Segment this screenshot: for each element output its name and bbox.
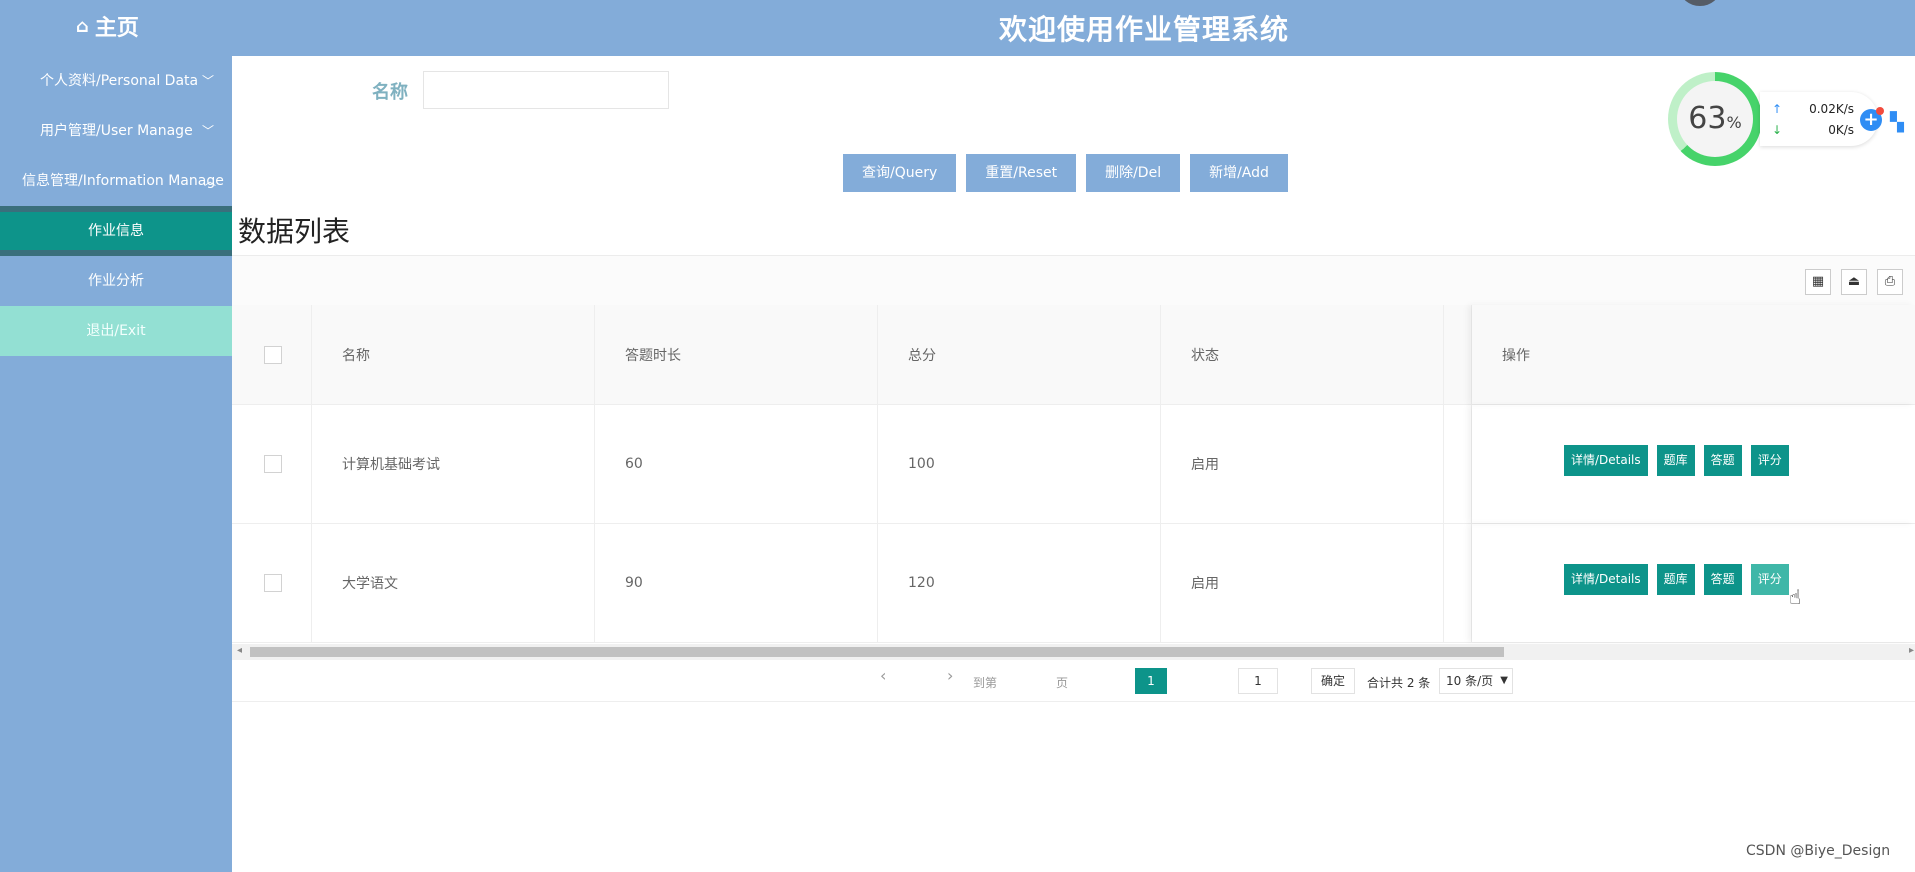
sidebar-subitem-homework-analysis[interactable]: 作业分析 <box>0 256 232 306</box>
cell-actions: 详情/Details 题库 答题 评分 <box>1472 524 1915 642</box>
cell-spacer <box>1444 524 1472 642</box>
row-checkbox-cell <box>232 405 312 523</box>
cell-score: 120 <box>878 524 1161 642</box>
answer-button[interactable]: 答题 <box>1703 563 1742 595</box>
column-header: 答题时长 <box>595 305 878 404</box>
search-input[interactable] <box>423 71 669 109</box>
sidebar-item-personal-data[interactable]: 个人资料/Personal Data ﹀ <box>0 56 232 106</box>
goto-label: 到第 <box>973 676 998 690</box>
scroll-left-icon[interactable]: ◂ <box>237 645 242 656</box>
prev-page-icon[interactable]: ‹ <box>880 666 886 685</box>
scrollbar-thumb[interactable] <box>250 647 1504 657</box>
table-row: 计算机基础考试 60 100 启用 详情/Details 题库 答题 评分 <box>232 405 1915 524</box>
action-buttons: 查询/Query 重置/Reset 删除/Del 新增/Add <box>843 154 1288 192</box>
cell-actions: 详情/Details 题库 答题 评分 <box>1472 405 1915 523</box>
home-icon: ⌂ <box>76 15 89 37</box>
add-button[interactable]: 新增/Add <box>1190 154 1288 192</box>
list-title: 数据列表 <box>238 215 351 248</box>
chevron-down-icon: ▼ <box>1500 675 1508 686</box>
column-header: 状态 <box>1161 305 1444 404</box>
sidebar: 个人资料/Personal Data ﹀ 用户管理/User Manage ﹀ … <box>0 56 232 872</box>
upload-arrow-icon: ↑ <box>1772 102 1783 116</box>
sidebar-subitem-homework-info[interactable]: 作业信息 <box>0 206 232 256</box>
cell-status: 启用 <box>1161 405 1444 523</box>
question-bank-button[interactable]: 题库 <box>1656 563 1695 595</box>
page-size-value: 10 条/页 <box>1446 674 1494 688</box>
sidebar-item-exit[interactable]: 退出/Exit <box>0 306 232 356</box>
grade-button[interactable]: 评分 <box>1750 563 1789 595</box>
query-button[interactable]: 查询/Query <box>843 154 957 192</box>
sidebar-item-information-manage[interactable]: 信息管理/Information Manage ︿ <box>0 156 232 206</box>
columns-icon[interactable]: ▦ <box>1805 269 1831 295</box>
download-arrow-icon: ↓ <box>1772 123 1783 137</box>
gauge-percent: 63 <box>1688 101 1727 136</box>
scroll-right-icon[interactable]: ▸ <box>1909 645 1914 656</box>
export-icon[interactable]: ⏏ <box>1841 269 1867 295</box>
pagination: ‹ 1 › 到第 1 页 确定 合计共 2 条 10 条/页 ▼ <box>232 662 1915 702</box>
column-header: 名称 <box>312 305 595 404</box>
cell-name: 计算机基础考试 <box>312 405 595 523</box>
details-button[interactable]: 详情/Details <box>1564 444 1648 476</box>
total-count: 合计共 2 条 <box>1367 676 1431 690</box>
download-speed: 0K/s <box>1828 123 1854 137</box>
cell-spacer <box>1444 405 1472 523</box>
details-button[interactable]: 详情/Details <box>1564 563 1648 595</box>
answer-button[interactable]: 答题 <box>1703 444 1742 476</box>
notification-dot <box>1876 107 1884 115</box>
chevron-up-icon: ︿ <box>203 174 216 188</box>
cell-name: 大学语文 <box>312 524 595 642</box>
home-link[interactable]: ⌂ 主页 <box>76 10 139 42</box>
goto-confirm-button[interactable]: 确定 <box>1311 668 1355 694</box>
apps-grid-icon[interactable]: ▚ <box>1890 112 1912 134</box>
print-icon[interactable]: ⎙ <box>1877 269 1903 295</box>
goto-page-input[interactable]: 1 <box>1238 668 1278 694</box>
cell-status: 启用 <box>1161 524 1444 642</box>
chevron-down-icon: ﹀ <box>201 124 214 138</box>
table-header-row: 名称 答题时长 总分 状态 操作 <box>232 305 1915 405</box>
grade-button[interactable]: 评分 <box>1750 444 1789 476</box>
search-label: 名称 <box>372 82 408 103</box>
column-header: 总分 <box>878 305 1161 404</box>
gauge-percent-unit: % <box>1726 113 1742 132</box>
memory-gauge: 63% <box>1668 72 1762 166</box>
sidebar-item-label: 信息管理/Information Manage <box>22 173 224 189</box>
delete-button[interactable]: 删除/Del <box>1086 154 1181 192</box>
sidebar-item-label: 个人资料/Personal Data <box>40 73 199 89</box>
column-header: 操作 <box>1472 305 1915 404</box>
header-checkbox-cell <box>232 305 312 404</box>
table-toolbar: ▦ ⏏ ⎙ <box>232 255 1915 305</box>
page-size-select[interactable]: 10 条/页 ▼ <box>1439 668 1513 694</box>
pointer-cursor-icon: ☝ <box>1789 585 1802 609</box>
sidebar-item-user-manage[interactable]: 用户管理/User Manage ﹀ <box>0 106 232 156</box>
column-spacer <box>1444 305 1472 404</box>
chevron-down-icon: ﹀ <box>201 74 214 88</box>
system-title: 欢迎使用作业管理系统 <box>999 13 1290 46</box>
reset-button[interactable]: 重置/Reset <box>966 154 1077 192</box>
cell-duration: 60 <box>595 405 878 523</box>
home-label: 主页 <box>94 16 139 41</box>
avatar[interactable] <box>1680 0 1720 6</box>
data-table: 名称 答题时长 总分 状态 操作 计算机基础考试 60 100 启用 详情/De… <box>232 305 1915 643</box>
current-page[interactable]: 1 <box>1135 668 1167 694</box>
next-page-icon[interactable]: › <box>947 666 953 685</box>
row-checkbox[interactable] <box>264 574 282 592</box>
top-header: ⌂ 主页 欢迎使用作业管理系统 <box>0 0 1915 56</box>
sidebar-item-label: 用户管理/User Manage <box>40 123 193 139</box>
page-unit: 页 <box>1056 676 1069 690</box>
select-all-checkbox[interactable] <box>264 345 282 364</box>
cell-score: 100 <box>878 405 1161 523</box>
row-checkbox[interactable] <box>264 455 282 473</box>
horizontal-scrollbar[interactable]: ◂ ▸ <box>232 644 1915 660</box>
table-row: 大学语文 90 120 启用 详情/Details 题库 答题 评分 <box>232 524 1915 643</box>
upload-speed: 0.02K/s <box>1809 102 1854 116</box>
watermark: CSDN @Biye_Design <box>1746 843 1891 859</box>
cell-duration: 90 <box>595 524 878 642</box>
question-bank-button[interactable]: 题库 <box>1656 444 1695 476</box>
row-checkbox-cell <box>232 524 312 642</box>
